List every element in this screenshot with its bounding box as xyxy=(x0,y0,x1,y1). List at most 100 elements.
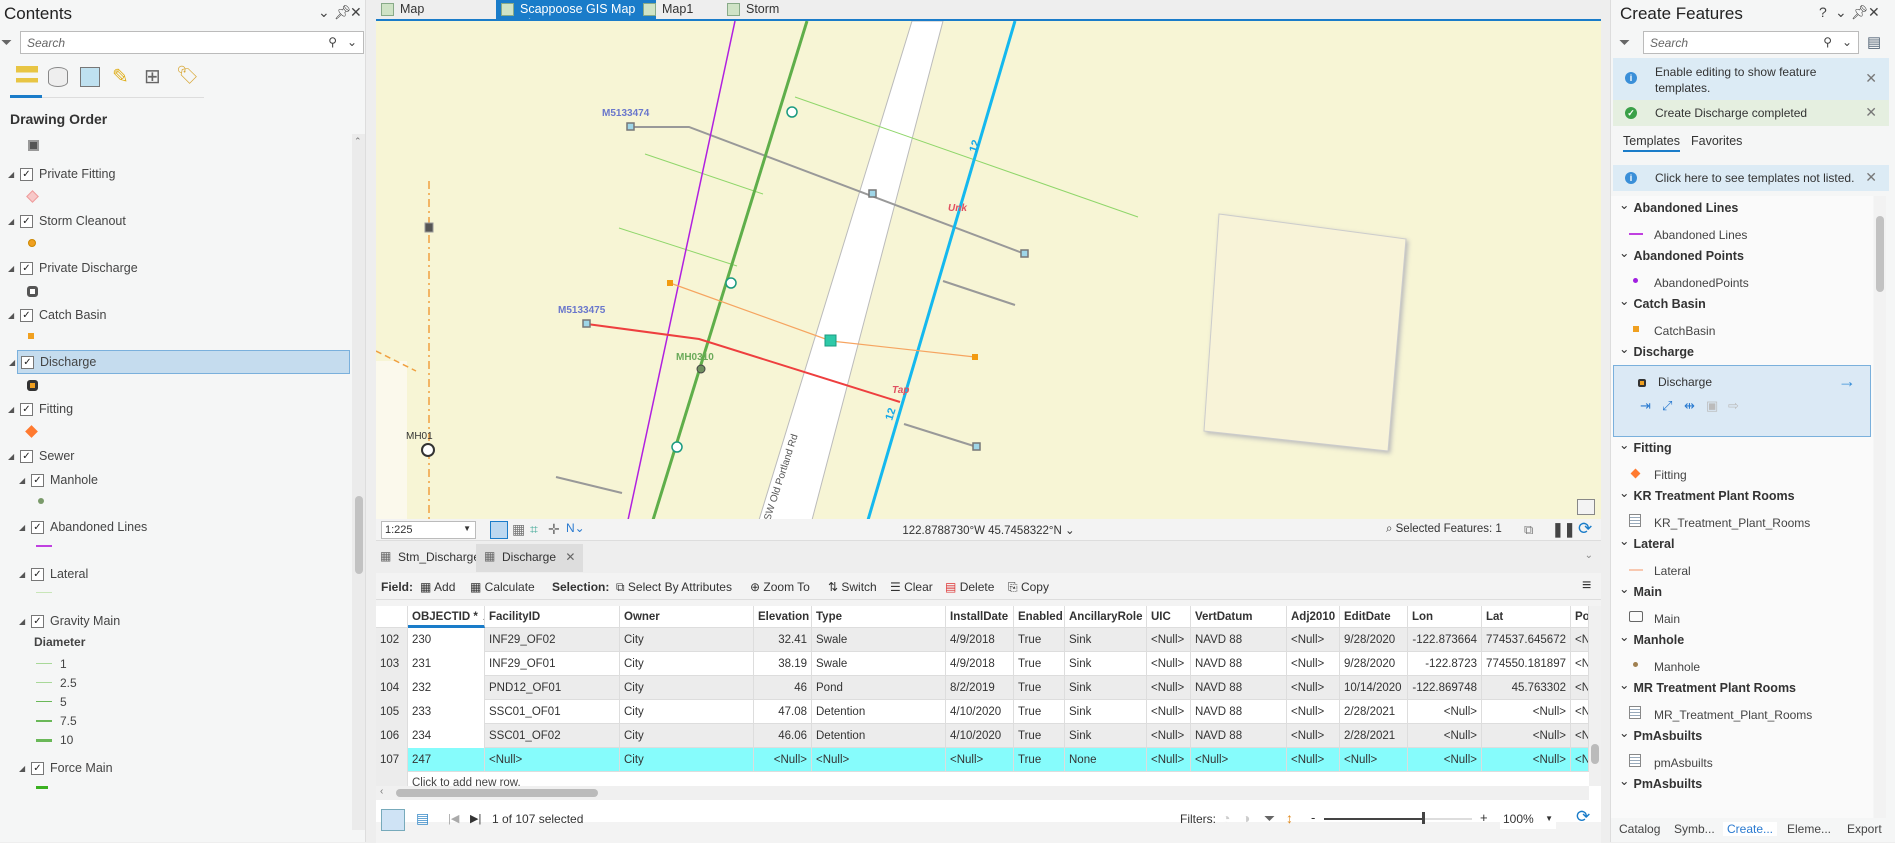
table-cell[interactable]: 4/9/2018 xyxy=(946,628,1014,652)
template-group-header[interactable]: Catch Basin xyxy=(1619,296,1705,311)
template-item[interactable]: Main xyxy=(1654,612,1680,626)
table-cell[interactable]: INF29_OF01 xyxy=(485,652,620,676)
table-cell[interactable]: -122.869748 xyxy=(1408,676,1482,700)
tab-map-3[interactable]: Storm xyxy=(722,0,785,19)
table-cell[interactable]: True xyxy=(1014,700,1065,724)
extent-filter-icon[interactable]: ⏷ xyxy=(1264,810,1275,827)
layer-item[interactable]: ◢ ✓ Manhole xyxy=(0,468,350,492)
show-selected-records-button[interactable]: ▤ xyxy=(416,810,429,827)
table-cell[interactable]: NAVD 88 xyxy=(1191,676,1287,700)
zoom-level-select[interactable]: 100% ▼ xyxy=(1500,809,1556,829)
column-header[interactable]: Lon xyxy=(1408,606,1482,628)
layer-visibility-checkbox[interactable]: ✓ xyxy=(31,761,44,775)
contents-search-input[interactable]: Search ⚲ ⌄ xyxy=(20,31,364,54)
table-cell[interactable]: <Null> xyxy=(1287,724,1340,748)
table-cell[interactable]: 32.41 xyxy=(754,628,812,652)
template-item[interactable]: KR_Treatment_Plant_Rooms xyxy=(1654,516,1810,530)
template-item-selected[interactable]: Discharge → ⇥ ⤢ ⇹ ▣ ⇨ xyxy=(1613,365,1871,437)
table-cell[interactable]: City xyxy=(620,748,754,772)
template-item[interactable]: MR_Treatment_Plant_Rooms xyxy=(1654,708,1812,722)
table-cell[interactable]: <Null> xyxy=(1408,748,1482,772)
table-cell[interactable]: 774537.645672 xyxy=(1482,628,1571,652)
table-cell[interactable]: 774550.181897 xyxy=(1482,652,1571,676)
construction-tool-icon[interactable]: ⇹ xyxy=(1684,398,1695,414)
tab-discharge[interactable]: ▦ Discharge ✕ xyxy=(476,544,584,572)
layer-visibility-checkbox[interactable]: ✓ xyxy=(20,449,33,463)
row-number[interactable]: 102 xyxy=(376,628,408,652)
close-icon[interactable]: ✕ xyxy=(1865,169,1877,186)
table-row[interactable]: 107 247 <Null> City <Null> <Null> <Null> True No… xyxy=(376,748,1589,772)
table-cell[interactable]: <Null> xyxy=(754,748,812,772)
table-cell[interactable]: <N xyxy=(1571,700,1589,724)
construction-tool-icon[interactable]: ⇥ xyxy=(1640,398,1651,414)
chevron-down-icon[interactable]: ⌄ xyxy=(347,35,357,49)
template-group-header[interactable]: Lateral xyxy=(1619,536,1674,551)
expand-triangle-icon[interactable]: ◢ xyxy=(19,476,31,485)
chevron-down-icon[interactable]: ⌄ xyxy=(318,4,330,21)
expand-triangle-icon[interactable]: ◢ xyxy=(8,452,20,461)
tab-map-2[interactable]: Map1 xyxy=(638,0,699,19)
catch-basin-point[interactable] xyxy=(972,354,978,360)
table-vertical-scrollbar[interactable] xyxy=(1589,606,1601,786)
bottom-tab-0[interactable]: Catalog xyxy=(1619,822,1660,836)
table-cell[interactable]: 9/28/2020 xyxy=(1340,652,1408,676)
table-cell[interactable]: Detention xyxy=(812,700,946,724)
tab-map-0[interactable]: Map xyxy=(376,0,430,19)
expand-triangle-icon[interactable]: ◢ xyxy=(19,570,31,579)
table-cell[interactable]: 230 xyxy=(408,628,485,652)
table-cell[interactable]: SSC01_OF02 xyxy=(485,724,620,748)
column-header[interactable]: Adj2010 xyxy=(1287,606,1340,628)
table-cell[interactable]: 46 xyxy=(754,676,812,700)
select-by-attributes-button[interactable]: ⧉ Select By Attributes xyxy=(616,580,732,595)
template-group-header[interactable]: Abandoned Lines xyxy=(1619,200,1738,215)
scrollbar-thumb[interactable] xyxy=(396,789,598,797)
manhole-point[interactable] xyxy=(421,443,435,457)
table-cell[interactable]: NAVD 88 xyxy=(1191,652,1287,676)
tab-map-1[interactable]: Scappoose GIS Map Viewer✕ xyxy=(496,0,656,31)
template-group-header[interactable]: MR Treatment Plant Rooms xyxy=(1619,680,1796,695)
table-row[interactable]: 105 233 SSC01_OF01 City 47.08 Detention 4/10/2… xyxy=(376,700,1589,724)
column-header[interactable]: Type xyxy=(812,606,946,628)
templates-scrollbar[interactable] xyxy=(1874,196,1886,818)
row-number[interactable]: 105 xyxy=(376,700,408,724)
table-cell[interactable]: <Null> xyxy=(946,748,1014,772)
table-cell[interactable]: 233 xyxy=(408,700,485,724)
list-by-snapping-icon[interactable]: ⊞ xyxy=(144,64,161,89)
zoom-slider-thumb[interactable] xyxy=(1422,812,1425,824)
chevron-down-icon[interactable]: ⌄ xyxy=(1842,35,1852,49)
table-cell[interactable]: Swale xyxy=(812,652,946,676)
table-cell[interactable]: City xyxy=(620,724,754,748)
expand-triangle-icon[interactable]: ◢ xyxy=(8,311,20,320)
table-cell[interactable]: True xyxy=(1014,652,1065,676)
layer-visibility-checkbox[interactable]: ✓ xyxy=(20,402,33,416)
filter-icon[interactable]: ⏷ xyxy=(1619,34,1630,51)
table-cell[interactable]: None xyxy=(1065,748,1147,772)
table-cell[interactable]: 232 xyxy=(408,676,485,700)
table-cell[interactable]: <Null> xyxy=(485,748,620,772)
column-header[interactable]: Lat xyxy=(1482,606,1571,628)
table-row[interactable]: 102 230 INF29_OF02 City 32.41 Swale 4/9/2018 Tr… xyxy=(376,628,1589,652)
layer-visibility-checkbox[interactable]: ✓ xyxy=(31,614,44,628)
table-cell[interactable]: <Null> xyxy=(1147,628,1191,652)
table-cell[interactable]: <Null> xyxy=(1147,724,1191,748)
table-cell[interactable]: -122.8723 xyxy=(1408,652,1482,676)
table-horizontal-scrollbar[interactable]: ‹ xyxy=(376,786,1589,800)
list-by-selection-icon[interactable] xyxy=(80,67,100,87)
expand-triangle-icon[interactable]: ◢ xyxy=(19,764,31,773)
table-cell[interactable]: Swale xyxy=(812,628,946,652)
table-cell[interactable]: <Null> xyxy=(1287,700,1340,724)
table-cell[interactable]: 2/28/2021 xyxy=(1340,724,1408,748)
template-item[interactable]: AbandonedPoints xyxy=(1654,276,1749,290)
layer-visibility-checkbox[interactable]: ✓ xyxy=(20,308,33,322)
table-cell[interactable]: <N xyxy=(1571,652,1589,676)
table-cell[interactable]: <N xyxy=(1571,748,1589,772)
meter-point[interactable] xyxy=(582,319,591,328)
scrollbar-thumb[interactable] xyxy=(1876,216,1884,292)
layer-item[interactable]: ◢ ✓ Private Discharge xyxy=(0,256,350,280)
expand-triangle-icon[interactable]: ◢ xyxy=(19,617,31,626)
table-cell[interactable]: Detention xyxy=(812,724,946,748)
table-cell[interactable]: City xyxy=(620,700,754,724)
last-record-button[interactable]: ▶| xyxy=(470,812,481,825)
table-cell[interactable]: <Null> xyxy=(1191,748,1287,772)
table-cell[interactable]: <N xyxy=(1571,628,1589,652)
